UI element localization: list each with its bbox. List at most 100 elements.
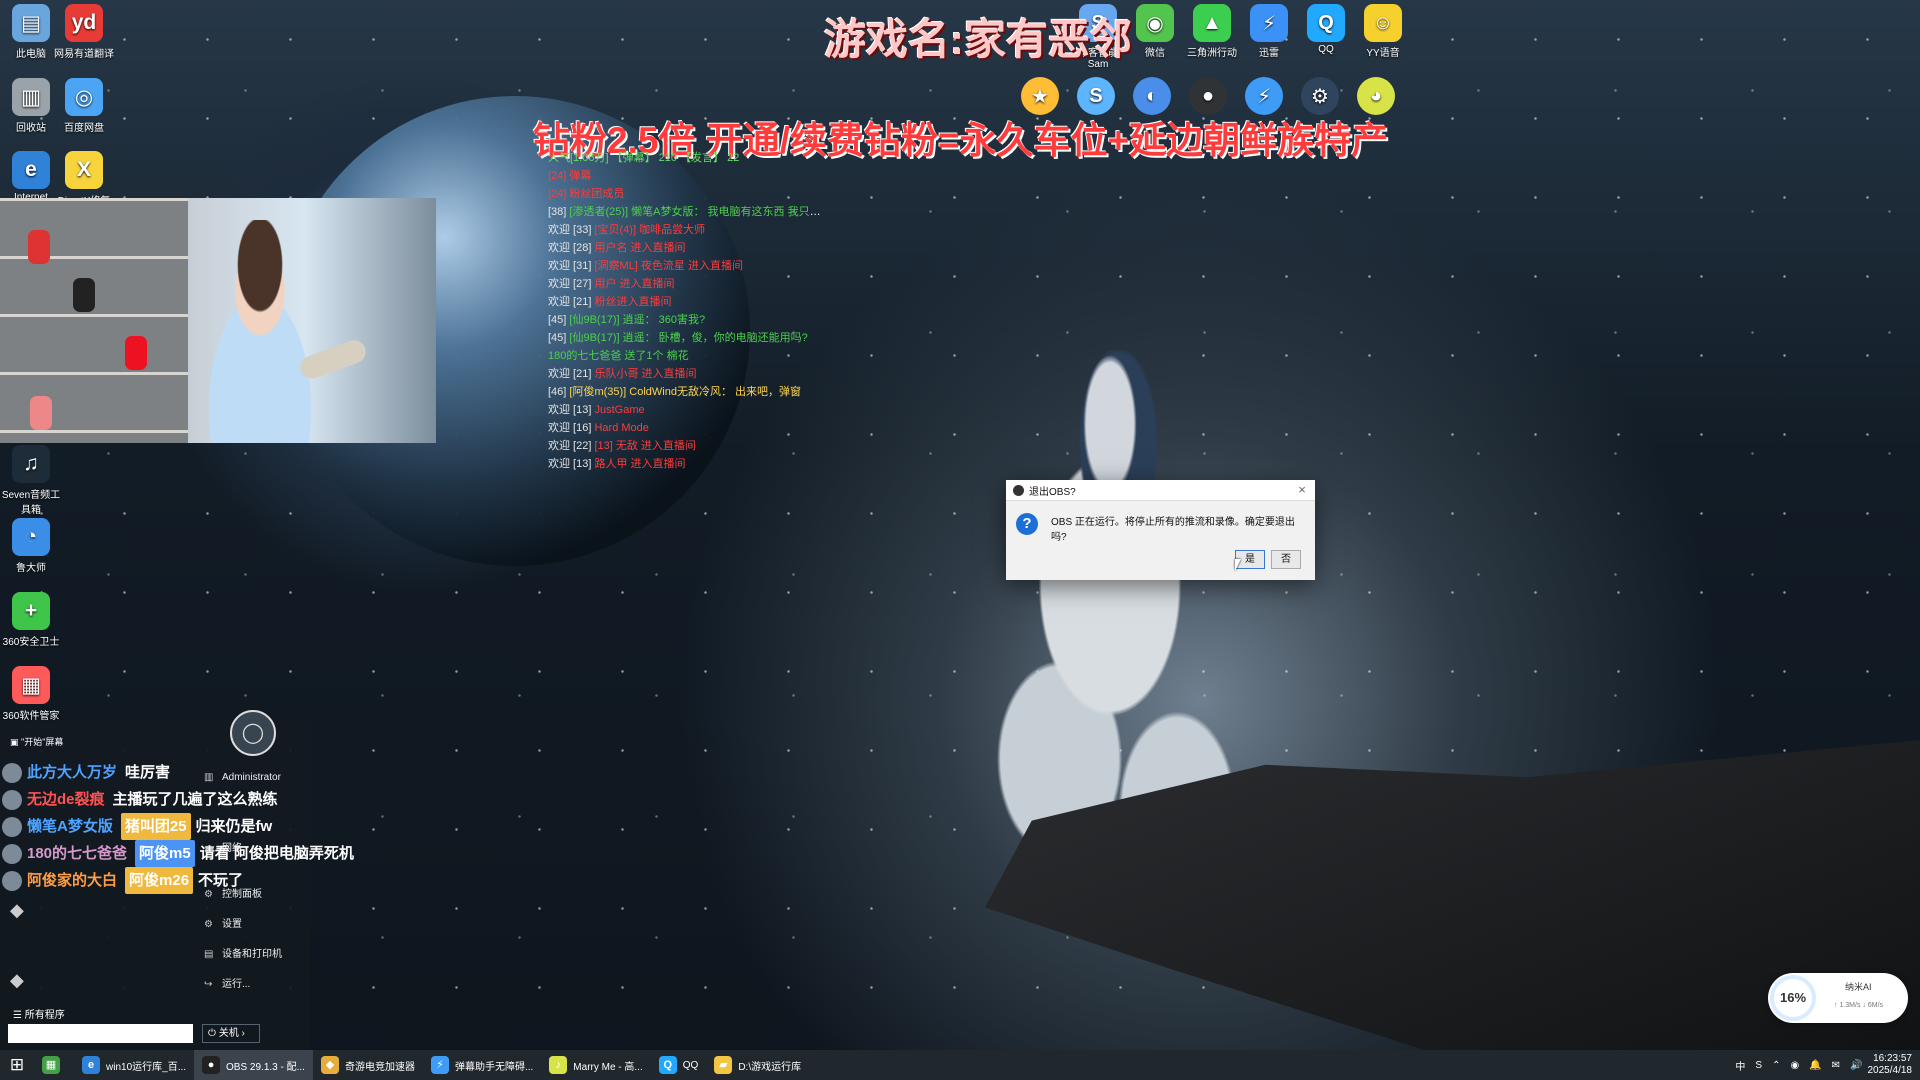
top-icon-label: QQ bbox=[1318, 44, 1334, 55]
danmu-text: 我电脑有这东西 我只能跑打了 bbox=[707, 206, 828, 218]
danmu-row: 欢迎 [13] JustGame bbox=[548, 401, 828, 419]
danmu-row: [24] 粉丝团成员 bbox=[548, 185, 828, 203]
taskbar-button[interactable]: ⚡ 弹幕助手无障碍... bbox=[423, 1050, 541, 1080]
obs-logo-icon bbox=[1013, 484, 1024, 496]
desktop-icon-audio-tool[interactable]: ♫ Seven音频工具箱 bbox=[0, 445, 62, 516]
top-icon-delta-force[interactable]: ▲ 三角洲行动 bbox=[1183, 4, 1241, 59]
danmu-name: 用户 进入直播间 bbox=[594, 278, 675, 290]
tray-icon[interactable]: 🔔 bbox=[1809, 1060, 1821, 1071]
top-icon-yy[interactable]: ☺ YY语音 bbox=[1354, 4, 1412, 59]
printer-icon: ▤ bbox=[204, 949, 214, 960]
clock-time: 16:23:57 bbox=[1873, 1053, 1912, 1064]
desktop-icon-label: Seven音频工具箱 bbox=[1, 490, 61, 516]
desktop-icon-youdao[interactable]: yd 网易有道翻译 bbox=[53, 4, 115, 60]
chat-message: 无边de裂痕 主播玩了几遍了这么熟练 bbox=[0, 786, 390, 813]
desktop-icon-software-manager[interactable]: ▦ 360软件管家 bbox=[0, 666, 62, 722]
danmu-prefix: 欢迎 [13] bbox=[548, 458, 595, 470]
taskbar-button[interactable]: ▦ bbox=[34, 1050, 74, 1080]
danmu-prefix: 欢迎 [22] bbox=[548, 440, 595, 452]
taskbar-button[interactable]: e win10运行库_百... bbox=[74, 1050, 194, 1080]
tray-icon[interactable]: S bbox=[1755, 1060, 1762, 1071]
obs-taskbar-icon: ● bbox=[202, 1056, 221, 1074]
mouse-cursor-icon bbox=[1235, 559, 1241, 571]
desktop-icon-label: 百度网盘 bbox=[64, 123, 104, 134]
youdao-icon: yd bbox=[65, 4, 103, 42]
devices-printers-menu-item[interactable]: ▤ 设备和打印机 bbox=[204, 945, 282, 960]
shutdown-button[interactable]: ⏻ 关机 › bbox=[202, 1024, 260, 1043]
nami-ai-widget[interactable]: 16% 纳米AI ↑ 1.3M/s ↓ 6M/s bbox=[1768, 973, 1908, 1023]
tray-icon[interactable]: ✉ bbox=[1832, 1060, 1840, 1071]
chat-avatar bbox=[2, 762, 22, 783]
wechat-icon: ◉ bbox=[1136, 4, 1174, 42]
chat-avatar bbox=[2, 843, 22, 864]
all-programs-button[interactable]: ☰ 所有程序 bbox=[13, 1006, 65, 1021]
start-button[interactable]: ⊞ bbox=[0, 1050, 34, 1080]
figure-toy bbox=[30, 396, 52, 430]
chat-avatar bbox=[2, 816, 22, 837]
clock-date: 2025/4/18 bbox=[1867, 1065, 1913, 1076]
chat-message: 此方大人万岁 哇厉害 bbox=[0, 759, 390, 786]
clock[interactable]: 16:23:57 2025/4/18 bbox=[1868, 1053, 1913, 1077]
ie-icon: e bbox=[12, 151, 50, 189]
desktop-icon-label: 360安全卫士 bbox=[2, 637, 60, 648]
chat-username: 无边de裂痕 bbox=[27, 791, 105, 808]
software-manager-icon: ▦ bbox=[12, 666, 50, 704]
settings-menu-item[interactable]: ⚙ 设置 bbox=[204, 915, 242, 930]
recent-app-icon[interactable]: ◆ bbox=[10, 970, 24, 991]
taskbar-button[interactable]: Q QQ bbox=[651, 1050, 707, 1080]
danmu-prefix: [46] bbox=[548, 386, 570, 398]
danmu-row: [45] [仙9B(17)] 逍遥： 360害我? bbox=[548, 311, 828, 329]
top-icon-wechat[interactable]: ◉ 微信 bbox=[1126, 4, 1184, 59]
top-icon-qq[interactable]: Q QQ bbox=[1297, 4, 1355, 55]
accelerator-icon: ◆ bbox=[320, 1056, 339, 1074]
chat-message: 180的七七爸爸 阿俊m5 请看 阿俊把电脑弄死机 bbox=[0, 840, 390, 867]
danmu-row: [46] [阿俊m(35)] ColdWind无敌冷风： 出来吧，弹窗 bbox=[548, 383, 828, 401]
taskbar-button[interactable]: ● OBS 29.1.3 - 配... bbox=[194, 1050, 313, 1080]
desktop-icon-label: 鲁大师 bbox=[16, 563, 46, 574]
chat-badge: 阿俊m5 bbox=[135, 840, 195, 867]
top-icon-label: 三角洲行动 bbox=[1187, 48, 1237, 59]
danmu-panel: 人气[1.06万] 【弹幕】 210 【发言】 22 [24] 弹幕 [24] 粉… bbox=[548, 149, 828, 473]
taskbar-button[interactable]: ▰ D:\游戏运行库 bbox=[706, 1050, 809, 1080]
no-button[interactable]: 否 bbox=[1271, 550, 1301, 569]
danmu-name: Hard Mode bbox=[594, 422, 649, 434]
danmu-prefix: 欢迎 [21] bbox=[548, 296, 595, 308]
taskbar-button[interactable]: ◆ 奇游电竞加速器 bbox=[313, 1050, 423, 1080]
danmu-prefix: 欢迎 [31] bbox=[548, 260, 595, 272]
tray-icon[interactable]: 中 bbox=[1735, 1058, 1745, 1073]
danmu-text: 360害我? bbox=[655, 314, 706, 326]
danmu-row: 180的七七爸爸 送了1个 棉花 bbox=[548, 347, 828, 365]
tray-icon[interactable]: 🔊 bbox=[1850, 1060, 1862, 1071]
desktop-icon-security-360[interactable]: +360安全卫士 bbox=[0, 592, 62, 648]
top-icon-thunder[interactable]: ⚡ 迅雷 bbox=[1240, 4, 1298, 59]
danmu-row: [45] [仙9B(17)] 逍遥： 卧槽，俊，你的电脑还能用吗? bbox=[548, 329, 828, 347]
taskbar-button-label: 奇游电竞加速器 bbox=[344, 1061, 415, 1073]
run-icon: ↪ bbox=[204, 979, 213, 990]
danmu-row: 欢迎 [22] [13] 无敌 进入直播间 bbox=[548, 437, 828, 455]
top-icon-label: YY语音 bbox=[1366, 48, 1400, 59]
run-menu-item[interactable]: ↪ 运行... bbox=[204, 975, 250, 990]
tray-icon[interactable]: ◉ bbox=[1790, 1060, 1799, 1071]
top-icon-label: 迅雷 bbox=[1259, 48, 1279, 59]
close-icon[interactable]: × bbox=[1294, 482, 1310, 498]
danmu-row: 欢迎 [31] [洞察ML] 夜色流星 进入直播间 bbox=[548, 257, 828, 275]
danmu-row: 欢迎 [28] 用户名 进入直播间 bbox=[548, 239, 828, 257]
danmu-icon: ⚡ bbox=[430, 1056, 449, 1074]
recent-app-icon[interactable]: ◆ bbox=[10, 900, 24, 921]
chat-text: 不玩了 bbox=[198, 872, 244, 889]
danmu-name: 用户名 进入直播间 bbox=[594, 242, 686, 254]
taskbar: ⊞ ▦ e win10运行库_百... ● OBS 29.1.3 - 配... ◆ 奇游电竞加… bbox=[0, 1050, 1920, 1080]
danmu-prefix: [38] bbox=[548, 206, 570, 218]
desktop-icon-baidu-netdisk[interactable]: ◎ 百度网盘 bbox=[53, 78, 115, 134]
danmu-prefix: 欢迎 [28] bbox=[548, 242, 595, 254]
danmu-name: [渗透者(25)] 懒笔A梦女版： bbox=[569, 206, 705, 218]
user-avatar-icon[interactable]: ◯ bbox=[230, 710, 276, 756]
taskbar-button-label: win10运行库_百... bbox=[106, 1061, 187, 1073]
danmu-prefix: 欢迎 [13] bbox=[548, 404, 595, 416]
tray-icon[interactable]: ⌃ bbox=[1772, 1060, 1780, 1071]
desktop-icon-ludashi[interactable]: ◔ 鲁大师 bbox=[0, 518, 62, 574]
folder-icon: ▰ bbox=[714, 1056, 733, 1074]
start-screen-header[interactable]: ▣ "开始"屏幕 bbox=[10, 735, 63, 748]
start-search-input[interactable] bbox=[8, 1024, 193, 1043]
taskbar-button[interactable]: ♪ Marry Me - 高... bbox=[541, 1050, 650, 1080]
